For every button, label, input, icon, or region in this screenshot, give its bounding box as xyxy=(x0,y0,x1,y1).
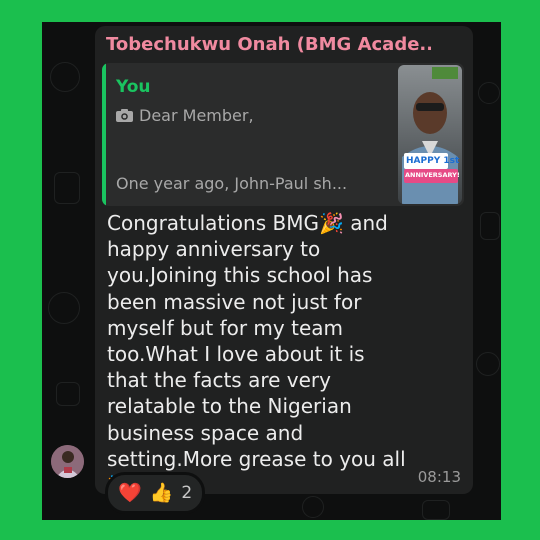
chat-screenshot-frame: Tobechukwu Onah (BMG Acade... You Dear M… xyxy=(42,22,501,520)
wallpaper-doodle xyxy=(480,212,500,240)
quote-preview-text-2: One year ago, John-Paul sh... xyxy=(116,174,348,193)
wallpaper-doodle xyxy=(478,82,500,104)
message-bubble[interactable]: Tobechukwu Onah (BMG Acade... You Dear M… xyxy=(95,26,473,497)
wallpaper-doodle xyxy=(422,500,450,520)
sender-name[interactable]: Tobechukwu Onah (BMG Acade... xyxy=(106,34,431,55)
wallpaper-doodle xyxy=(48,292,80,324)
quote-preview-text: Dear Member, xyxy=(139,106,254,125)
reactions-pill[interactable]: ❤️ 👍 2 xyxy=(105,472,206,514)
thumbnail-caption-top: HAPPY 1st xyxy=(406,156,460,166)
wallpaper-doodle xyxy=(302,496,324,518)
wallpaper-doodle xyxy=(56,382,80,406)
wallpaper-doodle xyxy=(476,352,500,376)
wallpaper-doodle xyxy=(50,62,80,92)
quoted-image-thumbnail[interactable]: HAPPY 1st ANNIVERSARY! xyxy=(398,65,462,204)
thumbs-up-reaction-icon: 👍 xyxy=(149,481,174,504)
wallpaper-doodle xyxy=(54,172,80,204)
reaction-count: 2 xyxy=(181,483,193,503)
quoted-reply[interactable]: You Dear Member, One year ago, John-Paul… xyxy=(102,63,464,206)
quote-preview-line: Dear Member, xyxy=(116,106,254,125)
camera-icon xyxy=(116,109,133,122)
message-text: Congratulations BMG🎉 and happy anniversa… xyxy=(107,211,406,497)
sender-avatar[interactable] xyxy=(51,445,84,478)
heart-reaction-icon: ❤️ xyxy=(118,481,142,504)
thumbnail-caption-bottom: ANNIVERSARY! xyxy=(405,171,460,179)
thumbnail-photo xyxy=(398,65,462,204)
avatar-image xyxy=(51,445,84,478)
quote-accent-bar xyxy=(102,63,106,206)
quote-author: You xyxy=(116,77,151,97)
message-timestamp: 08:13 xyxy=(417,468,461,486)
